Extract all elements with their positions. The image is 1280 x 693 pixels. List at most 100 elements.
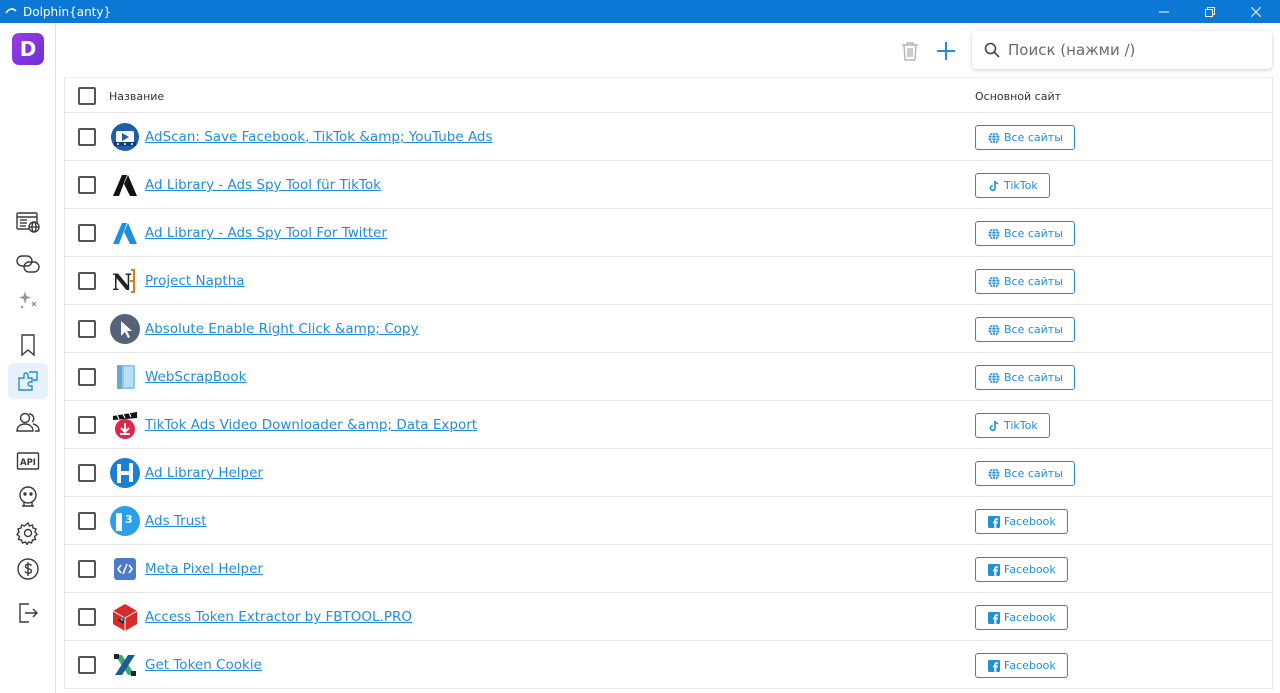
table-row[interactable]: Absolute Enable Right Click &amp; Copy Вс… — [65, 305, 1272, 353]
table-row[interactable]: Ad Library Helper Все сайты — [65, 449, 1272, 497]
site-badge-label: Все сайты — [1004, 227, 1063, 240]
row-checkbox[interactable] — [78, 464, 96, 482]
site-badge-label: Все сайты — [1004, 467, 1063, 480]
sidebar-item-proxies[interactable] — [8, 246, 48, 282]
table-header: Название Основной сайт — [65, 77, 1272, 113]
site-badge-tiktok[interactable]: TikTok — [975, 173, 1050, 198]
table-row[interactable]: Meta Pixel Helper Facebook — [65, 545, 1272, 593]
table-row[interactable]: TikTok Ads Video Downloader &amp; Data E… — [65, 401, 1272, 449]
ad-library-blue-icon — [109, 217, 141, 249]
support-icon — [19, 486, 37, 507]
extension-name-link[interactable]: WebScrapBook — [145, 369, 246, 385]
dollar-icon — [17, 558, 39, 580]
row-checkbox[interactable] — [78, 512, 96, 530]
site-badge-all[interactable]: Все сайты — [975, 365, 1075, 390]
globe-icon — [988, 467, 1000, 480]
extension-name-link[interactable]: TikTok Ads Video Downloader &amp; Data E… — [145, 417, 477, 433]
row-checkbox[interactable] — [78, 320, 96, 338]
select-all-checkbox[interactable] — [78, 87, 96, 105]
site-badge-label: Facebook — [1004, 563, 1056, 576]
svg-text:3: 3 — [125, 513, 133, 526]
site-badge-label: Facebook — [1004, 515, 1056, 528]
site-badge-label: Все сайты — [1004, 131, 1063, 144]
sidebar-item-billing[interactable] — [8, 551, 48, 587]
column-header-name: Название — [109, 90, 165, 103]
row-checkbox[interactable] — [78, 560, 96, 578]
search-input[interactable] — [1008, 41, 1258, 59]
puzzle-icon — [18, 371, 38, 391]
ad-library-black-icon — [109, 169, 141, 201]
title-bar: Dolphin{anty} — [0, 0, 1280, 23]
table-row[interactable]: WebScrapBook Все сайты — [65, 353, 1272, 401]
row-checkbox[interactable] — [78, 656, 96, 674]
sidebar-item-settings[interactable] — [8, 515, 48, 551]
site-badge-all[interactable]: Все сайты — [975, 221, 1075, 246]
sidebar-item-logout[interactable] — [8, 595, 48, 631]
site-badge-facebook[interactable]: Facebook — [975, 509, 1068, 534]
row-checkbox[interactable] — [78, 368, 96, 386]
extension-name-link[interactable]: Meta Pixel Helper — [145, 561, 263, 577]
site-badge-all[interactable]: Все сайты — [975, 269, 1075, 294]
sidebar-item-browser-profiles[interactable] — [8, 204, 48, 240]
extension-name-link[interactable]: Ad Library - Ads Spy Tool für TikTok — [145, 177, 381, 193]
table-row[interactable]: Ad Library - Ads Spy Tool For Twitter Все… — [65, 209, 1272, 257]
table-row[interactable]: Access Token Extractor by FBTOOL.PRO Face… — [65, 593, 1272, 641]
row-checkbox[interactable] — [78, 272, 96, 290]
sidebar-item-automation[interactable] — [8, 282, 48, 318]
site-badge-label: TikTok — [1004, 179, 1038, 192]
logout-icon — [19, 603, 38, 623]
cube-icon — [109, 601, 141, 633]
row-checkbox[interactable] — [78, 416, 96, 434]
globe-icon — [988, 371, 1000, 384]
row-checkbox[interactable] — [78, 608, 96, 626]
row-checkbox[interactable] — [78, 128, 96, 146]
extension-name-link[interactable]: Get Token Cookie — [145, 657, 262, 673]
gear-icon — [16, 521, 38, 545]
restore-icon — [1205, 6, 1215, 17]
site-badge-all[interactable]: Все сайты — [975, 125, 1075, 150]
table-row[interactable]: 3 Ads Trust Facebook — [65, 497, 1272, 545]
dolphin-app-icon — [5, 7, 17, 13]
globe-icon — [988, 275, 1000, 288]
extension-name-link[interactable]: Project Naptha — [145, 273, 245, 289]
extension-name-link[interactable]: Access Token Extractor by FBTOOL.PRO — [145, 609, 412, 625]
site-badge-tiktok[interactable]: TikTok — [975, 413, 1050, 438]
extension-name-link[interactable]: Ads Trust — [145, 513, 207, 529]
extension-name-link[interactable]: Absolute Enable Right Click &amp; Copy — [145, 321, 418, 337]
close-icon — [1251, 6, 1261, 17]
site-badge-all[interactable]: Все сайты — [975, 461, 1075, 486]
facebook-icon — [988, 659, 1000, 672]
sidebar-item-bookmarks[interactable] — [8, 327, 48, 363]
dolphin-logo[interactable]: D — [12, 33, 44, 65]
close-button[interactable] — [1233, 0, 1279, 23]
sidebar-item-extensions[interactable] — [8, 363, 48, 399]
adscan-icon — [109, 121, 141, 153]
search-box[interactable] — [972, 31, 1272, 69]
site-badge-label: Facebook — [1004, 611, 1056, 624]
table-row[interactable]: Ad Library - Ads Spy Tool für TikTok TikT… — [65, 161, 1272, 209]
table-row[interactable]: N Project Naptha Все сайты — [65, 257, 1272, 305]
row-checkbox[interactable] — [78, 176, 96, 194]
sidebar-item-users[interactable] — [8, 404, 48, 440]
code-icon — [109, 553, 141, 585]
users-icon — [16, 412, 40, 432]
column-header-site: Основной сайт — [975, 90, 1062, 103]
table-row[interactable]: Get Token Cookie Facebook — [65, 641, 1272, 689]
extension-name-link[interactable]: Ad Library Helper — [145, 465, 263, 481]
site-badge-label: Facebook — [1004, 659, 1056, 672]
add-extension-button[interactable] — [932, 37, 960, 65]
delete-button[interactable] — [896, 37, 924, 65]
row-checkbox[interactable] — [78, 224, 96, 242]
extension-name-link[interactable]: AdScan: Save Facebook, TikTok &amp; YouT… — [145, 129, 493, 145]
site-badge-facebook[interactable]: Facebook — [975, 653, 1068, 678]
extension-name-link[interactable]: Ad Library - Ads Spy Tool For Twitter — [145, 225, 387, 241]
site-badge-facebook[interactable]: Facebook — [975, 557, 1068, 582]
sidebar-item-support[interactable] — [8, 479, 48, 515]
sidebar-item-api[interactable]: API — [8, 443, 48, 479]
tiktok-icon — [989, 420, 999, 431]
minimize-button[interactable] — [1141, 0, 1187, 23]
site-badge-facebook[interactable]: Facebook — [975, 605, 1068, 630]
table-row[interactable]: AdScan: Save Facebook, TikTok &amp; YouT… — [65, 113, 1272, 161]
restore-button[interactable] — [1187, 0, 1233, 23]
site-badge-all[interactable]: Все сайты — [975, 317, 1075, 342]
